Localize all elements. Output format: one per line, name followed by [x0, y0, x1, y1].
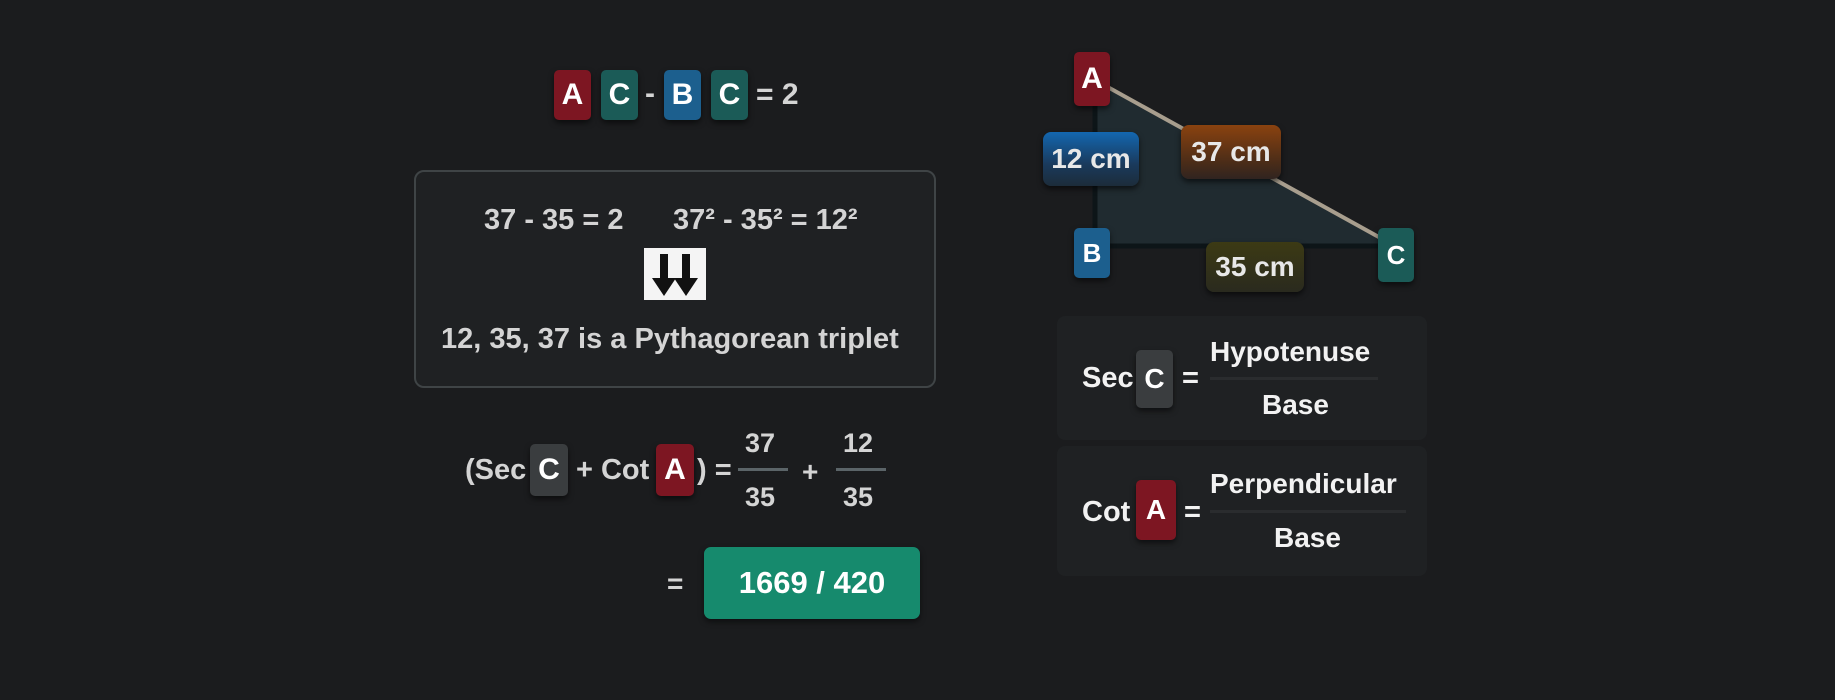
fraction-2-denominator: 35 [843, 482, 874, 512]
sec-fraction-bar [1210, 377, 1378, 380]
triplet-conclusion: 12, 35, 37 is a Pythagorean triplet [441, 323, 899, 355]
plus-cot: + Cot [576, 454, 650, 486]
side-ab-label: 12 cm [1043, 132, 1139, 186]
side-bc-label: 35 cm [1206, 242, 1304, 292]
cot-numerator: Perpendicular [1210, 468, 1397, 499]
cot-label: Cot [1082, 496, 1131, 528]
equals-two: = 2 [756, 78, 799, 111]
tile-a: A [656, 444, 694, 496]
result-equals: = [667, 568, 684, 599]
tile-b: B [664, 70, 701, 120]
difference-equation: 37 - 35 = 2 [484, 204, 624, 236]
sec-label: Sec [1082, 362, 1134, 394]
square-equation: 37² - 35² = 12² [673, 204, 858, 236]
side-ac-label: 37 cm [1181, 125, 1281, 179]
minus-sign: - [645, 77, 655, 110]
tile-c: C [530, 444, 568, 496]
vertex-b: B [1074, 228, 1110, 278]
sec-denominator: Base [1262, 389, 1329, 420]
tile-a: A [554, 70, 591, 120]
double-down-arrow-icon [644, 248, 706, 300]
fraction-2-numerator: 12 [843, 428, 874, 458]
sec-numerator: Hypotenuse [1210, 336, 1371, 367]
tile-c: C [1136, 350, 1173, 408]
fraction-1-bar [738, 468, 788, 471]
fraction-1-numerator: 37 [745, 428, 776, 458]
sec-open: (Sec [465, 454, 527, 486]
result-badge: 1669 / 420 [704, 547, 920, 619]
fraction-2-bar [836, 468, 886, 471]
fraction-1-denominator: 35 [745, 482, 776, 512]
vertex-c: C [1378, 228, 1414, 282]
cot-equals: = [1184, 496, 1201, 528]
vertex-a: A [1074, 52, 1110, 106]
plus-sign: + [802, 456, 819, 487]
tile-c: C [601, 70, 638, 120]
cot-fraction-bar [1210, 510, 1406, 513]
sec-equals: = [1182, 362, 1199, 394]
close-equals: ) = [697, 454, 732, 486]
cot-denominator: Base [1274, 522, 1341, 553]
tile-c: C [711, 70, 748, 120]
tile-a: A [1136, 480, 1176, 540]
